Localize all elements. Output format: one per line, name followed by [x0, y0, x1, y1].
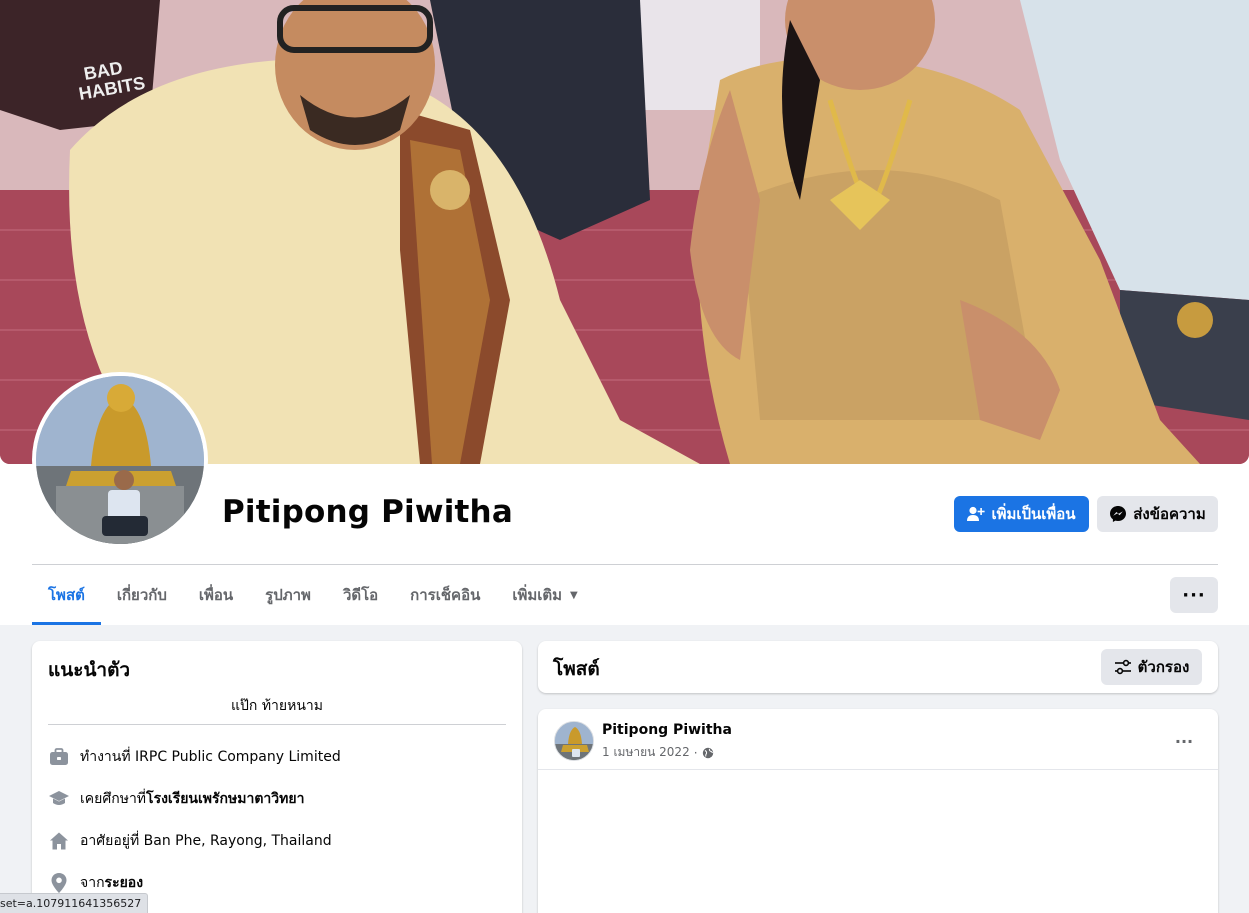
briefcase-icon [48, 746, 70, 768]
add-friend-icon [967, 506, 986, 521]
intro-title: แนะนำตัว [48, 659, 131, 681]
tab-videos[interactable]: วิดีโอ [327, 565, 394, 625]
intro-item-from: จาก ระยอง [48, 871, 143, 895]
tab-more[interactable]: เพิ่มเติม ▼ [496, 565, 593, 625]
cover-photo-illustration: BAD HABITS [0, 0, 1249, 464]
tab-posts[interactable]: โพสต์ [32, 565, 101, 625]
tab-label: วิดีโอ [342, 586, 379, 604]
post-author-avatar[interactable] [554, 721, 594, 761]
profile-header: BAD HABITS Pitipong Piwitha เพิ่มเป็นเพื… [0, 0, 1249, 625]
home-icon [48, 830, 70, 852]
intro-item-education: เคยศึกษาที่ โรงเรียนเพรักษมาตาวิทยา [48, 787, 304, 811]
profile-tabs: โพสต์ เกี่ยวกับ เพื่อน รูปภาพ วิดีโอ การ… [32, 565, 594, 625]
post-options-button[interactable]: ··· [1166, 723, 1202, 759]
filter-label: ตัวกรอง [1137, 658, 1190, 676]
more-options-button[interactable]: ··· [1170, 577, 1218, 613]
tab-friends[interactable]: เพื่อน [183, 565, 249, 625]
post-date[interactable]: 1 เมษายน 2022 [602, 743, 690, 762]
intro-item-text: ทำงานที่ IRPC Public Company Limited [80, 749, 341, 765]
intro-item-lives: อาศัยอยู่ที่ Ban Phe, Rayong, Thailand [48, 829, 332, 853]
post-author-name[interactable]: Pitipong Piwitha [602, 722, 732, 738]
post-meta-separator: · [693, 745, 698, 760]
add-friend-label: เพิ่มเป็นเพื่อน [991, 505, 1076, 523]
globe-icon [702, 747, 713, 758]
cover-photo[interactable]: BAD HABITS [0, 0, 1249, 464]
post-options-icon: ··· [1174, 731, 1194, 751]
intro-divider [48, 724, 506, 725]
send-message-button[interactable]: ส่งข้อความ [1097, 496, 1218, 532]
tab-label: เกี่ยวกับ [116, 586, 167, 604]
tab-about[interactable]: เกี่ยวกับ [101, 565, 183, 625]
posts-title: โพสต์ [553, 658, 600, 680]
post-card: Pitipong Piwitha 1 เมษายน 2022 · ··· [538, 709, 1218, 913]
intro-item-link[interactable]: ระยอง [105, 872, 144, 894]
tab-label: เพิ่มเติม [512, 586, 563, 604]
browser-status-bar: set=a.107911641356527 [0, 893, 149, 913]
filter-sliders-icon [1114, 659, 1131, 675]
avatar-image [36, 376, 204, 544]
tab-label: เพื่อน [198, 586, 234, 604]
intro-item-link[interactable]: โรงเรียนเพรักษมาตาวิทยา [146, 788, 304, 810]
intro-bio: แป๊ก ท้ายหนาม [230, 698, 324, 714]
profile-name: Pitipong Piwitha [222, 494, 513, 530]
tab-label: รูปภาพ [265, 586, 311, 604]
messenger-icon [1110, 506, 1127, 522]
graduation-cap-icon [48, 788, 70, 810]
intro-item-text: เคยศึกษาที่ [80, 791, 147, 807]
filter-button[interactable]: ตัวกรอง [1101, 649, 1202, 685]
avatar-photo-illustration [36, 376, 204, 544]
location-pin-icon [48, 872, 70, 894]
post-avatar-illustration [555, 722, 593, 760]
add-friend-button[interactable]: เพิ่มเป็นเพื่อน [954, 496, 1089, 532]
intro-item-text: จาก [80, 875, 105, 891]
caret-down-icon: ▼ [570, 589, 578, 601]
posts-header-card: โพสต์ ตัวกรอง [538, 641, 1218, 693]
tab-photos[interactable]: รูปภาพ [249, 565, 327, 625]
post-divider [538, 769, 1218, 770]
more-options-icon: ··· [1182, 584, 1206, 606]
intro-item-work: ทำงานที่ IRPC Public Company Limited [48, 745, 341, 769]
send-message-label: ส่งข้อความ [1133, 505, 1206, 523]
profile-avatar[interactable] [32, 372, 208, 548]
post-meta: 1 เมษายน 2022 · [602, 743, 714, 762]
tab-label: โพสต์ [48, 586, 85, 604]
tab-check-ins[interactable]: การเช็คอิน [394, 565, 496, 625]
tab-label: การเช็คอิน [410, 586, 481, 604]
intro-item-text: อาศัยอยู่ที่ Ban Phe, Rayong, Thailand [80, 833, 332, 849]
intro-card: แนะนำตัว แป๊ก ท้ายหนาม ทำงานที่ IRPC Pub… [32, 641, 522, 913]
